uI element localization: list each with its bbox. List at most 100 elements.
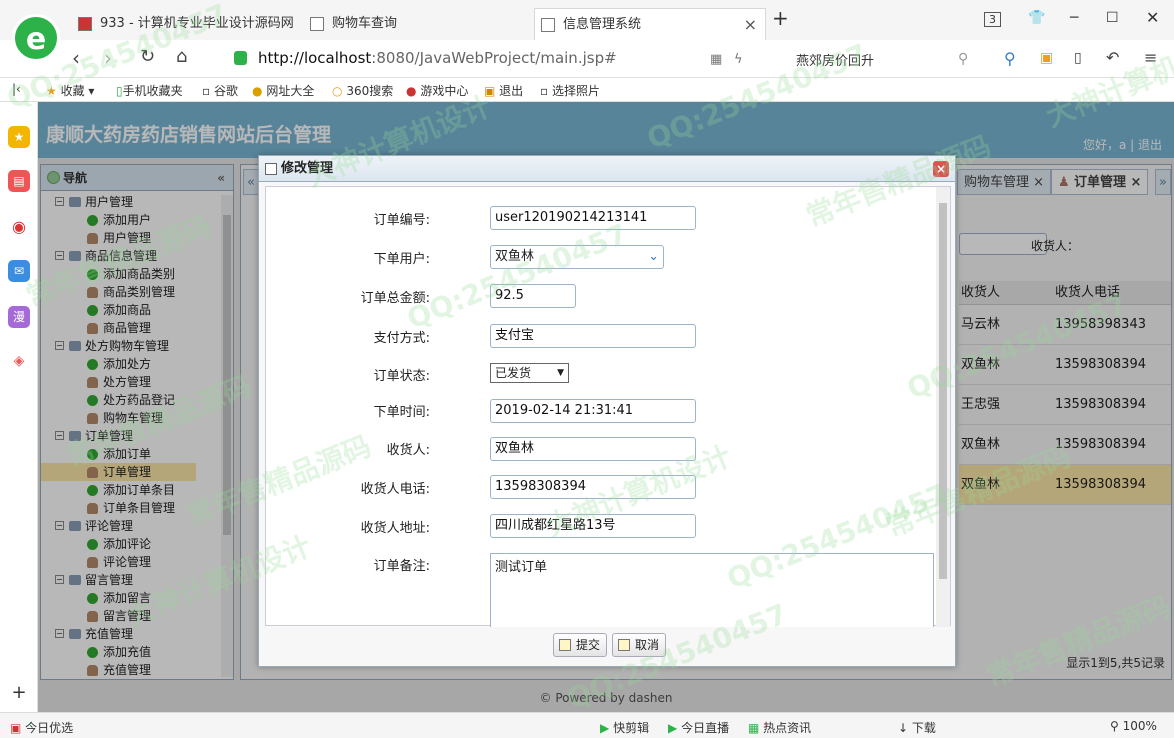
status-live[interactable]: ▶ 今日直播 [668,719,729,736]
tab-count-badge[interactable]: 3 [984,12,1001,27]
pay-label: 支付方式: [373,331,430,346]
browser-tab-bar: 933 - 计算机专业毕业设计源码网 购物车查询 信息管理系统 × + 3 👕 ─… [0,0,1174,40]
reload-icon[interactable]: ↻ [140,46,155,67]
order-no-input[interactable]: user120190214213141 [490,206,696,230]
state-select-value: 已发货 [495,366,532,380]
browser-tab-3[interactable]: 信息管理系统 × [534,8,766,40]
bookmark-photos[interactable]: ▫ 选择照片 [540,82,600,99]
browser-tab-1[interactable]: 933 - 计算机专业毕业设计源码网 [72,8,298,40]
zoom-level[interactable]: ⚲ 100% [1110,719,1157,733]
close-tab-icon[interactable]: × [744,9,757,40]
browser-tab-2[interactable]: 购物车查询 [304,8,530,40]
bookmark-sites[interactable]: ● 网址大全 [252,82,314,99]
phone-label: 收货人电话: [360,482,430,497]
undo-arrow-icon [618,639,630,651]
bookmark-360[interactable]: ○ 360搜索 [332,82,393,99]
bookmark-games[interactable]: ● 游戏中心 [406,82,468,99]
cancel-button[interactable]: 取消 [612,633,667,657]
comic-icon[interactable]: 漫 [8,306,30,328]
apps-icon[interactable]: ▣ [1040,50,1053,66]
status-news[interactable]: ▦ 热点资讯 [748,719,811,736]
dialog-title: 修改管理 [281,161,334,176]
gamepad-icon[interactable]: ◈ [8,350,30,372]
status-clip[interactable]: ▶ 快剪辑 [600,719,649,736]
magnifier-icon: ⚲ [1110,719,1119,733]
time-input[interactable]: 2019-02-14 21:31:41 [490,399,696,423]
close-window-icon[interactable]: ✕ [1146,8,1159,27]
close-icon[interactable]: × [933,161,949,177]
back-icon[interactable]: ‹ [72,46,80,70]
user-label: 下单用户: [373,252,430,267]
order-no-label: 订单编号: [373,213,430,228]
receiver-input[interactable]: 双鱼林 [490,437,696,461]
dialog-form: 订单编号: user120190214213141 下单用户: 双鱼林 ⌄ 订单总… [265,186,951,627]
favorites-star-icon[interactable]: ★ [8,126,30,148]
bookmarks-bar: |‹ ★ 收藏 ▾ ▯手机收藏夹 ▫ 谷歌 ● 网址大全 ○ 360搜索 ● 游… [0,78,1174,102]
undo-icon[interactable]: ↶ [1106,48,1119,67]
total-label: 订单总金额: [360,291,430,306]
bookmark-exit[interactable]: ▣ 退出 [484,82,523,99]
sidebar-toggle-icon[interactable]: |‹ [12,82,21,96]
edit-dialog: 修改管理 × 订单编号: user120190214213141 下单用户: 双鱼… [258,155,956,667]
browser-status-bar: ▣ 今日优选 ▶ 快剪辑 ▶ 今日直播 ▦ 热点资讯 ↓ 下载 ⚲ 100% [0,712,1174,738]
bookmark-google[interactable]: ▫ 谷歌 [202,82,238,99]
play-icon: ▶ [600,721,610,735]
mail-icon[interactable]: ✉ [8,260,30,282]
address-label: 收货人地址: [360,521,430,536]
weibo-icon[interactable]: ◉ [8,216,30,238]
receiver-label: 收货人: [386,443,430,458]
phone-input[interactable]: 13598308394 [490,475,696,499]
forward-icon[interactable]: › [104,46,112,70]
minimize-icon[interactable]: ─ [1070,10,1078,26]
exit-icon: ▣ [484,84,496,98]
play-icon: ▶ [668,721,678,735]
tab-title: 购物车查询 [332,16,398,31]
bookmark-mobile[interactable]: ▯手机收藏夹 [116,82,183,99]
favicon-icon [541,18,555,32]
maximize-icon[interactable]: ☐ [1106,10,1119,26]
news-icon[interactable]: ▤ [8,170,30,192]
dialog-scrollbar[interactable] [936,187,950,627]
home-icon[interactable]: ⌂ [176,46,187,67]
new-tab-button[interactable]: + [772,6,789,30]
pencil-icon [559,639,571,651]
bolt-icon[interactable]: ϟ [734,52,743,67]
time-label: 下单时间: [373,405,430,420]
search-suggestion[interactable]: 燕郊房价回升 [796,50,874,69]
news-grid-icon: ▦ [748,721,760,735]
state-select[interactable]: 已发货 ▼ [490,363,569,383]
browser-logo: e [12,14,60,62]
bookmark-favorites[interactable]: ★ 收藏 ▾ [46,82,94,99]
shirt-icon[interactable]: 👕 [1028,10,1045,26]
pay-input[interactable]: 支付宝 [490,324,696,348]
user-select-value: 双鱼林 [495,249,535,264]
browser-side-panel: ★ ▤ ◉ ✉ 漫 ◈ + [0,102,38,712]
memo-textarea[interactable]: 测试订单 [490,553,934,627]
360-icon: ○ [332,84,343,98]
tab-title: 933 - 计算机专业毕业设计源码网 [100,16,294,31]
qr-icon[interactable]: ▦ [710,52,722,67]
edit-icon [265,163,277,175]
address-input[interactable]: 四川成都红星路13号 [490,514,696,538]
scrollbar-thumb[interactable] [939,203,947,579]
tab-title: 信息管理系统 [563,17,642,32]
status-today[interactable]: ▣ 今日优选 [10,719,73,736]
menu-icon[interactable]: ≡ [1144,48,1157,67]
submit-button[interactable]: 提交 [553,633,608,657]
total-input[interactable]: 92.5 [490,284,576,308]
memo-label: 订单备注: [373,559,430,574]
shield-icon [234,51,247,65]
status-download[interactable]: ↓ 下载 [898,719,936,736]
user-select[interactable]: 双鱼林 ⌄ [490,245,664,269]
phone-icon[interactable]: ▯ [1074,50,1082,66]
magnifier-icon[interactable]: ⚲ [1004,49,1016,68]
download-icon: ↓ [898,721,909,735]
globe-icon: ● [252,84,263,98]
search-icon[interactable]: ⚲ [958,51,968,67]
url-field[interactable]: http://localhost:8080/JavaWebProject/mai… [258,49,617,67]
page-icon: ▫ [540,84,549,98]
state-label: 订单状态: [373,369,430,384]
page-icon: ▫ [202,84,211,98]
dropdown-arrow-icon: ▼ [557,368,564,378]
add-panel-icon[interactable]: + [8,682,30,704]
